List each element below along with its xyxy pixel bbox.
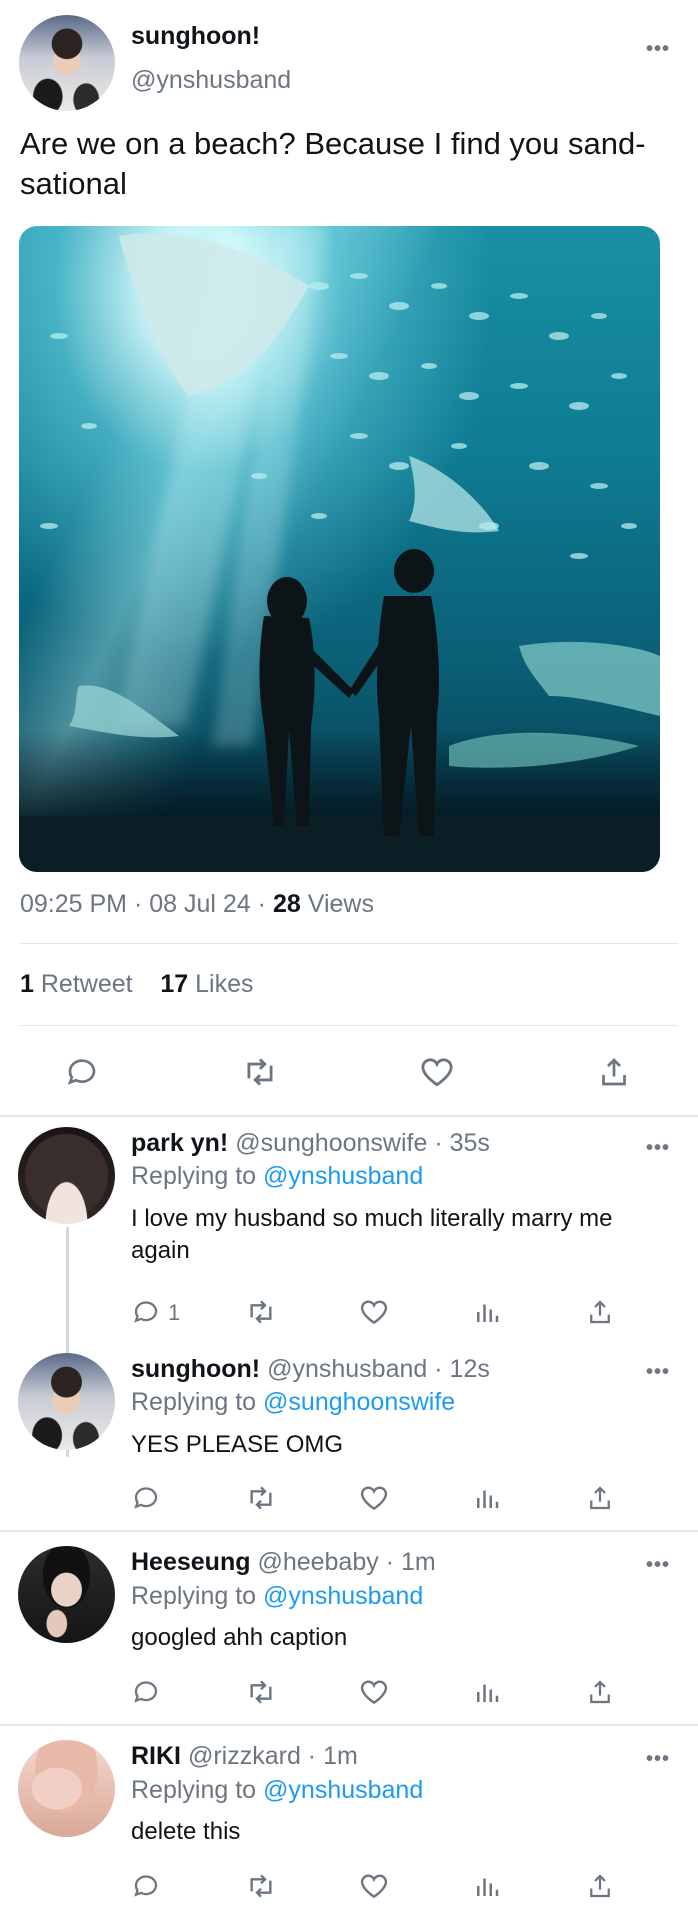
share-icon[interactable] (594, 1052, 634, 1092)
share-icon[interactable] (580, 1672, 620, 1712)
meta-separator: · (257, 890, 266, 918)
replying-to-link[interactable]: @ynshusband (263, 1776, 423, 1804)
reply-icon[interactable] (126, 1672, 166, 1712)
replying-to: Replying to @ynshusband (131, 1162, 423, 1191)
retweet-icon[interactable] (241, 1478, 281, 1518)
reply-text: YES PLEASE OMG (131, 1431, 344, 1458)
reply-author-name[interactable]: Heeseung (131, 1548, 250, 1576)
reply-count: 1 (168, 1300, 181, 1325)
share-icon[interactable] (580, 1478, 620, 1518)
reply-text: I love my husband so much literally marr… (131, 1205, 613, 1264)
tweet-text: Are we on a beach? Because I find you sa… (20, 126, 646, 201)
reply-icon[interactable] (62, 1052, 102, 1092)
dot-separator: · (385, 1548, 395, 1576)
reply-author-handle[interactable]: @sunghoonswife (235, 1129, 427, 1157)
views-count: 28 (272, 890, 301, 918)
divider (20, 943, 678, 944)
replying-prefix: Replying to (131, 1582, 257, 1610)
reply-item[interactable]: park yn! @sunghoonswife · 35s ••• Replyi… (0, 1115, 698, 1457)
views-icon[interactable] (467, 1478, 507, 1518)
like-icon[interactable] (354, 1292, 394, 1332)
reply-text: delete this (131, 1818, 241, 1845)
replying-prefix: Replying to (131, 1162, 257, 1190)
reply-item[interactable]: RIKI @rizzkard · 1m ••• Replying to @yns… (0, 1726, 698, 1920)
reply-item[interactable]: Heeseung @heebaby · 1m ••• Replying to @… (0, 1532, 698, 1724)
views-label: Views (307, 890, 374, 918)
avatar[interactable] (18, 1127, 115, 1224)
reply-time: 12s (449, 1355, 490, 1383)
retweets-stat[interactable]: 1 Retweet (20, 970, 133, 998)
more-options-icon[interactable]: ••• (646, 38, 670, 61)
share-icon[interactable] (580, 1292, 620, 1332)
reply-author-handle[interactable]: @rizzkard (188, 1742, 301, 1770)
reply-text: googled ahh caption (131, 1624, 348, 1651)
avatar[interactable] (18, 1353, 115, 1450)
replying-to: Replying to @sunghoonswife (131, 1388, 455, 1417)
reply-author-handle[interactable]: @ynshusband (267, 1355, 427, 1383)
replying-to-link[interactable]: @ynshusband (263, 1582, 423, 1610)
retweet-icon[interactable] (240, 1052, 280, 1092)
more-options-icon[interactable]: ••• (646, 1554, 670, 1577)
tweet-time: 09:25 PM (20, 890, 128, 918)
like-icon[interactable] (354, 1672, 394, 1712)
share-icon[interactable] (580, 1866, 620, 1906)
views-icon[interactable] (467, 1292, 507, 1332)
replying-prefix: Replying to (131, 1776, 257, 1804)
avatar[interactable] (18, 1546, 115, 1643)
reply-header: RIKI @rizzkard · 1m (131, 1742, 358, 1771)
retweets-label: Retweet (40, 970, 133, 998)
tweet-media-image[interactable] (19, 226, 660, 872)
avatar[interactable] (18, 1740, 115, 1837)
reply-author-name[interactable]: sunghoon! (131, 1355, 260, 1383)
reply-author-name[interactable]: RIKI (131, 1742, 181, 1770)
likes-label: Likes (195, 970, 254, 998)
dot-separator: · (434, 1355, 443, 1383)
like-icon[interactable] (417, 1052, 457, 1092)
like-icon[interactable] (354, 1866, 394, 1906)
likes-count: 17 (160, 970, 189, 998)
more-options-icon[interactable]: ••• (646, 1748, 670, 1771)
tweet-stats: 1 Retweet 17 Likes (20, 970, 254, 999)
reply-time: 35s (449, 1129, 490, 1157)
reply-author-handle[interactable]: @heebaby (257, 1548, 378, 1576)
like-icon[interactable] (354, 1478, 394, 1518)
retweet-icon[interactable] (241, 1292, 281, 1332)
likes-stat[interactable]: 17 Likes (160, 970, 253, 998)
divider (20, 1025, 678, 1026)
retweet-icon[interactable] (241, 1866, 281, 1906)
tweet-meta: 09:25 PM · 08 Jul 24 · 28 Views (20, 890, 374, 919)
tweet-date: 08 Jul 24 (149, 890, 251, 918)
retweet-icon[interactable] (241, 1672, 281, 1712)
reply-time: 1m (400, 1548, 436, 1576)
replying-to: Replying to @ynshusband (131, 1582, 423, 1611)
reply-header: sunghoon! @ynshusband · 12s (131, 1355, 490, 1384)
author-name[interactable]: sunghoon! (131, 22, 260, 51)
reply-header: Heeseung @heebaby · 1m (131, 1548, 436, 1577)
replying-to: Replying to @ynshusband (131, 1776, 423, 1805)
replying-to-link[interactable]: @sunghoonswife (263, 1388, 455, 1416)
author-handle[interactable]: @ynshusband (131, 66, 291, 95)
replying-prefix: Replying to (131, 1388, 257, 1416)
reply-author-name[interactable]: park yn! (131, 1129, 228, 1157)
views-icon[interactable] (467, 1672, 507, 1712)
more-options-icon[interactable]: ••• (646, 1361, 670, 1384)
retweets-count: 1 (20, 970, 34, 998)
meta-separator: · (133, 890, 143, 918)
dot-separator: · (434, 1129, 443, 1157)
views-icon[interactable] (467, 1866, 507, 1906)
replying-to-link[interactable]: @ynshusband (263, 1162, 423, 1190)
reply-time: 1m (323, 1742, 358, 1770)
more-options-icon[interactable]: ••• (646, 1137, 670, 1160)
reply-header: park yn! @sunghoonswife · 35s (131, 1129, 490, 1158)
aquarium-scene (19, 233, 660, 872)
author-avatar[interactable] (19, 15, 115, 111)
reply-icon[interactable] (126, 1478, 166, 1518)
dot-separator: · (307, 1742, 317, 1770)
reply-icon[interactable] (126, 1866, 166, 1906)
reply-icon[interactable] (126, 1292, 166, 1332)
reply-item[interactable]: sunghoon! @ynshusband · 12s ••• Replying… (0, 1345, 698, 1530)
